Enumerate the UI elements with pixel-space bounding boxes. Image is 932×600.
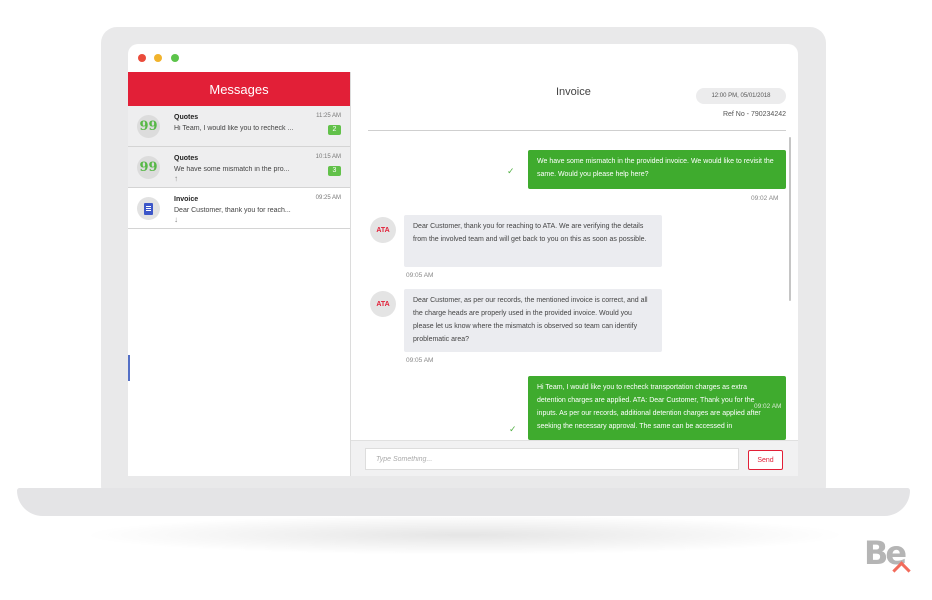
conversation-title: Quotes [174,114,199,121]
conversation-item[interactable]: 99 Quotes Hi Team, I would like you to r… [128,106,350,147]
ata-logo-avatar: ATA [370,217,396,243]
received-arrow-icon: ↓ [174,215,178,224]
message-composer: Send [351,440,798,476]
divider [368,130,786,131]
quote-icon: 99 [137,156,160,179]
conversation-preview: We have some mismatch in the pro... [174,166,290,173]
window-close-button[interactable] [138,54,146,62]
laptop-base [17,488,910,516]
conversation-title: Quotes [174,155,199,162]
sidebar-title: Messages [128,72,350,106]
outgoing-message: We have some mismatch in the provided in… [528,150,786,189]
incoming-message: Dear Customer, thank you for reaching to… [404,215,662,267]
conversation-sidebar: Messages 99 Quotes Hi Team, I would like… [128,72,351,476]
unread-badge: 3 [328,166,341,176]
message-time: 09:05 AM [406,357,434,364]
check-icon: ✓ [509,424,517,434]
conversation-preview: Dear Customer, thank you for reach... [174,207,291,214]
incoming-message: Dear Customer, as per our records, the m… [404,289,662,352]
conversation-title: Invoice [174,196,199,203]
document-icon [137,197,160,220]
sidebar-scroll-indicator[interactable] [128,355,130,381]
message-time: 09:02 AM [751,195,779,202]
ata-logo-avatar: ATA [370,291,396,317]
message-time: 09:05 AM [406,272,434,279]
quote-icon: 99 [137,115,160,138]
chat-datetime: 12:00 PM, 05/01/2018 [696,88,786,104]
check-icon: ✓ [507,166,515,176]
conversation-preview: Hi Team, I would like you to recheck ... [174,125,294,132]
conversation-time: 11:25 AM [316,113,341,119]
send-button[interactable]: Send [748,450,783,470]
conversation-item[interactable]: 99 Quotes We have some mismatch in the p… [128,147,350,188]
message-time: 09:02 AM [754,403,782,410]
window-minimize-button[interactable] [154,54,162,62]
app-window: Messages 99 Quotes Hi Team, I would like… [128,44,798,476]
conversation-time: 10:15 AM [315,154,341,160]
conversation-time: 09:25 AM [315,195,341,201]
outgoing-message: Hi Team, I would like you to recheck tra… [528,376,786,440]
sent-arrow-icon: ↑ [174,174,178,183]
chat-panel: Invoice 12:00 PM, 05/01/2018 Ref No - 79… [351,72,798,476]
unread-badge: 2 [328,125,341,135]
message-input[interactable] [365,448,739,470]
conversation-item[interactable]: Invoice Dear Customer, thank you for rea… [128,188,350,229]
laptop-shadow [80,515,850,555]
window-maximize-button[interactable] [171,54,179,62]
chat-title: Invoice [556,86,591,98]
reference-number: Ref No - 790234242 [722,111,786,118]
chat-scrollbar[interactable] [789,137,791,301]
